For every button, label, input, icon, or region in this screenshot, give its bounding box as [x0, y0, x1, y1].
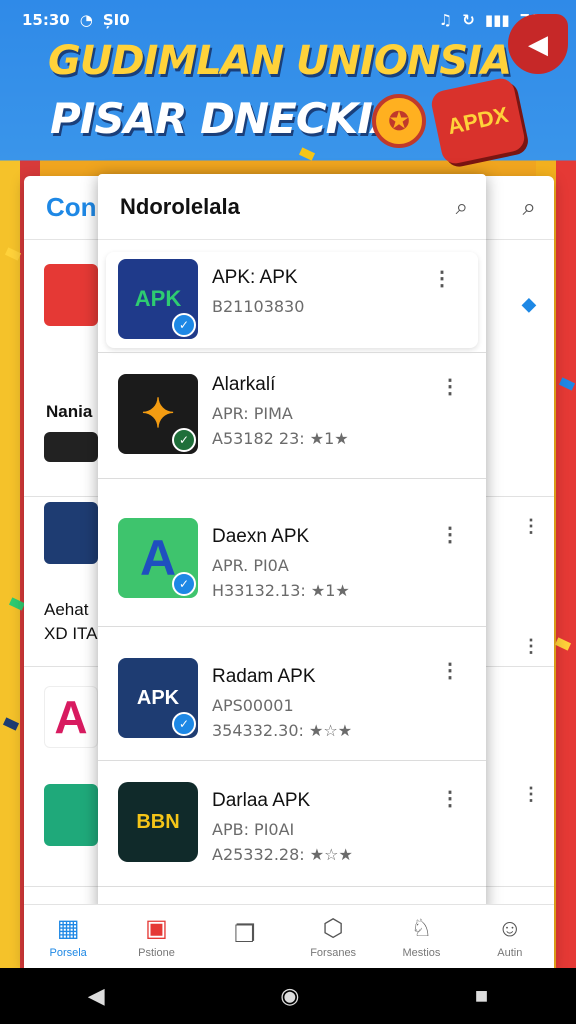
app-name: Radam APK — [212, 666, 316, 687]
banner-title: GUDIMLAN UNIONSIA — [48, 38, 512, 84]
nav-item-pstione[interactable]: ▣ Pstione — [116, 915, 196, 959]
search-icon[interactable]: ⌕ — [523, 194, 536, 222]
nav-item-forsanes[interactable]: ⬡ Forsanes — [293, 915, 373, 959]
app-icon-glyph: ✦ — [141, 392, 175, 436]
card-title: Ndorolelala — [120, 193, 240, 219]
nav-item-mestios[interactable]: ♘ Mestios — [381, 915, 461, 959]
app-icon-glyph: A — [139, 530, 177, 586]
list-item[interactable]: APK ✓ APK: APK B21103830 ⋮ — [106, 252, 478, 348]
music-icon: ▣ — [145, 915, 168, 942]
kebab-icon[interactable]: ⋮ — [440, 658, 460, 683]
back-icon[interactable]: ◀ — [88, 983, 105, 1009]
badge-icon: ✓ — [172, 428, 196, 452]
user-icon: ☺ — [497, 914, 523, 942]
app-tile[interactable]: A — [44, 686, 98, 748]
app-sub: APS00001 — [212, 696, 294, 715]
app-name: Daexn APK — [212, 526, 310, 547]
app-icon-glyph: BBN — [136, 810, 180, 833]
wifi-icon: ◔ — [79, 11, 93, 29]
shield-icon: ◆ — [522, 294, 536, 314]
back-item-label: Aehat — [44, 600, 89, 619]
divider — [98, 886, 486, 887]
grid-icon: ▦ — [56, 915, 80, 942]
trophy-icon: ✪ — [372, 94, 426, 148]
badge-icon: ✓ — [172, 313, 196, 337]
app-name: Alarkalí — [212, 374, 276, 395]
badge-icon: ✓ — [172, 572, 196, 596]
list-item[interactable]: BBN Darlaa APK APB: PI0AI A25332.28: ★☆★… — [98, 782, 486, 892]
nav-label: Autin — [497, 946, 523, 959]
divider — [98, 760, 486, 761]
nav-label: Porsela — [49, 946, 87, 959]
app-tile[interactable] — [44, 784, 98, 846]
card-header: Ndorolelala ⌕ — [98, 174, 486, 240]
kebab-icon[interactable]: ⋮ — [522, 784, 540, 805]
kebab-icon[interactable]: ⋮ — [522, 516, 540, 537]
app-sub: APR. PI0A — [212, 556, 289, 575]
list-item[interactable]: A ✓ Daexn APK APR. PI0A H33132.13: ★1★ ⋮ — [98, 518, 486, 628]
app-icon-glyph: APK — [134, 286, 182, 311]
status-bar: 15:30 ◔ ȘI0 ♫ ↻ ▮▮▮ 7⁄2% — [0, 0, 576, 40]
nav-label: Pstione — [138, 946, 175, 959]
app-tile[interactable] — [44, 264, 98, 326]
app-tile[interactable] — [44, 502, 98, 564]
back-logo: Con — [46, 192, 97, 222]
bottom-navigation: ▦ Porsela ▣ Pstione ❐ ⬡ Forsanes ♘ Mesti… — [24, 904, 554, 968]
recents-icon[interactable]: ■ — [475, 983, 488, 1009]
app-meta: B21103830 — [212, 297, 305, 316]
app-meta: A53182 23: ★1★ — [212, 429, 349, 448]
signal-icon: ▮▮▮ — [484, 11, 510, 29]
nav-item-copy[interactable]: ❐ — [205, 921, 285, 953]
copy-icon: ❐ — [234, 921, 256, 948]
kebab-icon[interactable]: ⋮ — [440, 374, 460, 399]
app-meta: 354332.30: ★☆★ — [212, 721, 353, 740]
app-icon: A ✓ — [118, 518, 198, 598]
search-icon[interactable]: ⌕ — [456, 194, 468, 220]
app-list-card: Ndorolelala ⌕ APK ✓ APK: APK B21103830 ⋮… — [98, 174, 486, 914]
nav-item-autin[interactable]: ☺ Autin — [470, 915, 550, 959]
divider — [98, 626, 486, 627]
kebab-icon[interactable]: ⋮ — [440, 786, 460, 811]
status-extra: ȘI0 — [102, 11, 130, 29]
system-navigation-bar: ◀ ◉ ■ — [0, 968, 576, 1024]
app-name: Darlaa APK — [212, 790, 311, 811]
home-icon[interactable]: ◉ — [280, 983, 299, 1009]
app-icon: BBN — [118, 782, 198, 862]
megaphone-icon: ◀ — [508, 14, 568, 74]
kebab-icon[interactable]: ⋮ — [522, 636, 540, 657]
app-icon: APK ✓ — [118, 259, 198, 339]
badge-icon: ✓ — [172, 712, 196, 736]
divider — [98, 352, 486, 353]
list-item[interactable]: ✦ ✓ Alarkalí APR: PIMA A53182 23: ★1★ ⋮ — [98, 374, 486, 484]
app-icon-glyph: APK — [136, 686, 180, 709]
app-sub: APB: PI0AI — [212, 820, 295, 839]
bell-icon: ♘ — [410, 915, 433, 942]
kebab-icon[interactable]: ⋮ — [432, 266, 452, 291]
nav-item-porsela[interactable]: ▦ Porsela — [28, 915, 108, 959]
clock: 15:30 — [22, 11, 70, 29]
volume-icon: ♫ — [438, 11, 453, 29]
divider — [98, 478, 486, 479]
app-tile[interactable] — [44, 432, 98, 462]
app-icon: ✦ ✓ — [118, 374, 198, 454]
banner-subtitle: PISAR DNECKIA — [50, 94, 404, 143]
hex-icon: ⬡ — [322, 915, 344, 942]
app-icon: APK ✓ — [118, 658, 198, 738]
back-item-label: Nania — [46, 402, 93, 421]
nav-label: Mestios — [402, 946, 441, 959]
app-meta: H33132.13: ★1★ — [212, 581, 350, 600]
app-sub: APR: PIMA — [212, 404, 293, 423]
sync-icon: ↻ — [462, 11, 475, 29]
app-name: APK: APK — [212, 267, 298, 288]
list-item[interactable]: APK ✓ Radam APK APS00001 354332.30: ★☆★ … — [98, 658, 486, 768]
kebab-icon[interactable]: ⋮ — [440, 522, 460, 547]
nav-label: Forsanes — [310, 946, 357, 959]
app-meta: A25332.28: ★☆★ — [212, 845, 353, 864]
